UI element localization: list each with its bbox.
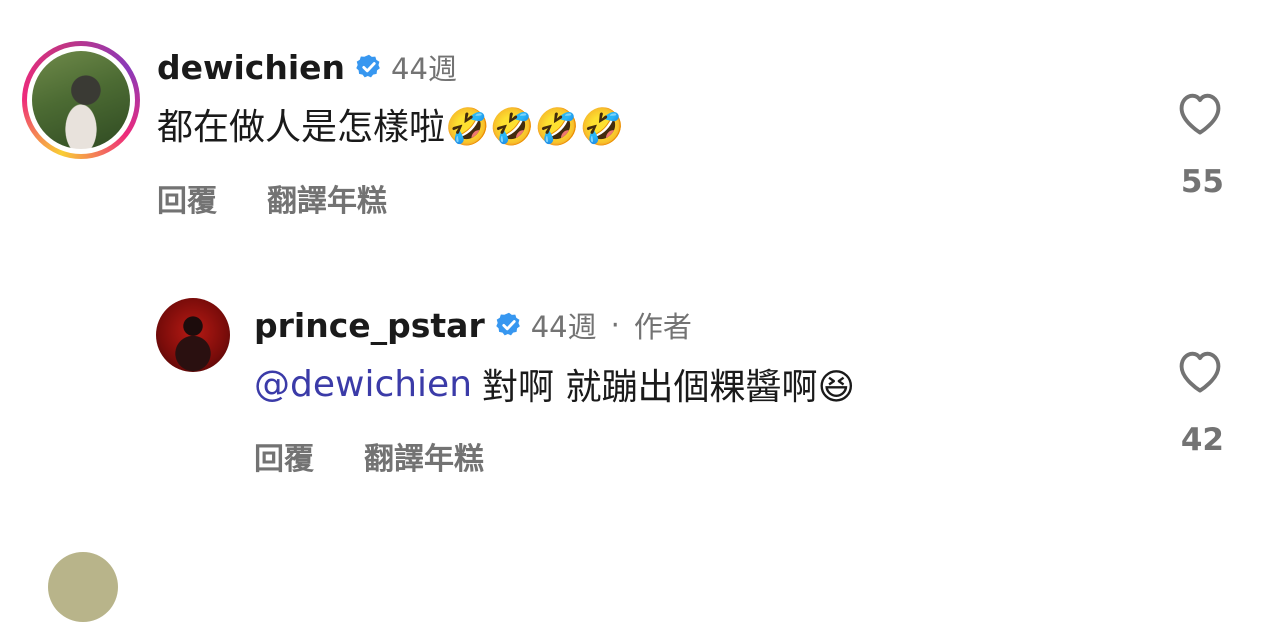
verified-badge-icon	[496, 312, 520, 336]
reply-button[interactable]: 回覆	[254, 434, 314, 478]
heart-icon[interactable]	[1174, 88, 1226, 136]
avatar	[32, 51, 130, 149]
like-count[interactable]: 42	[1154, 422, 1224, 458]
like-count[interactable]: 55	[1154, 164, 1224, 200]
comment-text: @dewichien 對啊 就蹦出個粿醬啊😆	[254, 358, 855, 410]
reply-button[interactable]: 回覆	[157, 176, 217, 220]
verified-badge-icon	[356, 54, 380, 78]
translate-button[interactable]: 翻譯年糕	[267, 176, 387, 220]
author-label: 作者	[633, 310, 692, 344]
username[interactable]: dewichien	[157, 48, 345, 87]
comment-text: 都在做人是怎樣啦🤣🤣🤣🤣	[157, 107, 625, 148]
avatar[interactable]	[156, 298, 230, 372]
avatar[interactable]	[48, 552, 118, 622]
comment-header: prince_pstar 44週 · 作者	[254, 304, 692, 346]
comment-body: 對啊 就蹦出個粿醬啊😆	[482, 367, 856, 408]
comment-actions: 回覆 翻譯年糕	[157, 176, 387, 220]
separator-dot: ·	[610, 308, 620, 342]
comment-time: 44週	[530, 310, 597, 344]
avatar-ring-gap	[27, 46, 135, 154]
mention-link[interactable]: @dewichien	[254, 364, 472, 405]
avatar-story-ring[interactable]	[22, 41, 140, 159]
username[interactable]: prince_pstar	[254, 306, 485, 345]
heart-icon[interactable]	[1174, 346, 1226, 394]
comment-actions: 回覆 翻譯年糕	[254, 434, 484, 478]
comment-time: 44週	[391, 52, 457, 86]
comment-header: dewichien 44週	[157, 46, 457, 88]
translate-button[interactable]: 翻譯年糕	[364, 434, 484, 478]
